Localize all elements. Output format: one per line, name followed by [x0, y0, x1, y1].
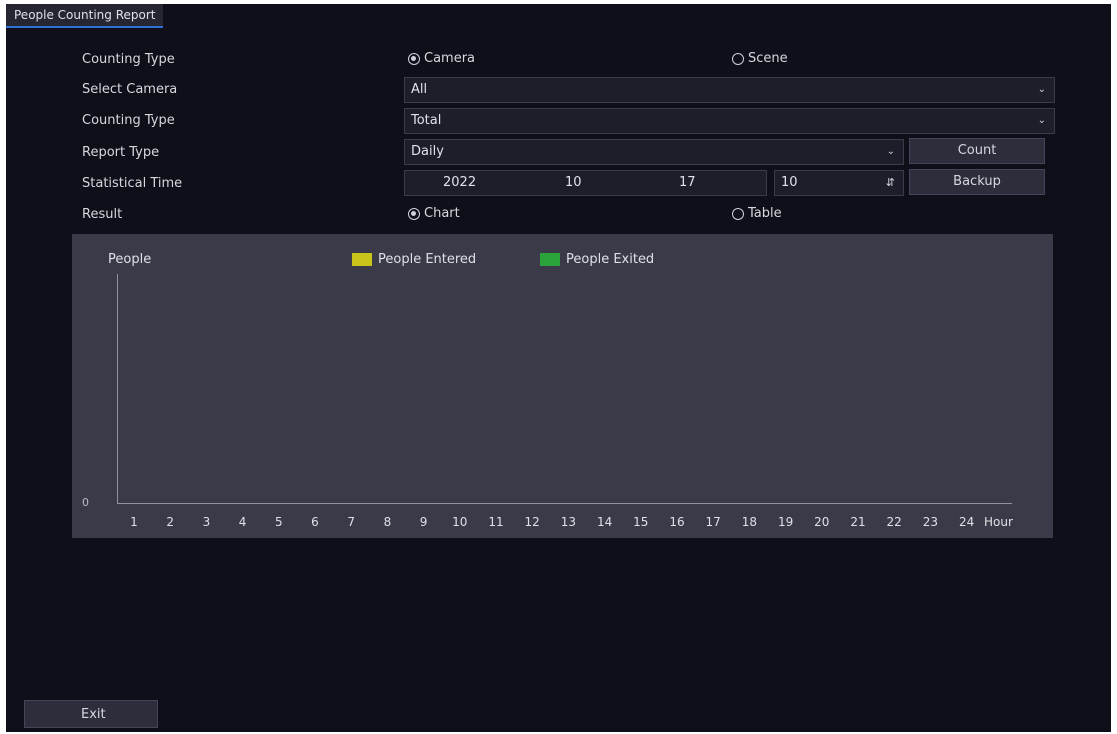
chevron-down-icon: ⌄ — [1037, 84, 1046, 95]
x-tick-label: 20 — [814, 515, 830, 529]
legend-people-exited: People Exited — [540, 252, 654, 267]
chevron-down-icon: ⌄ — [1037, 115, 1046, 126]
x-tick-label: 21 — [850, 515, 866, 529]
legend-people-entered: People Entered — [352, 252, 476, 267]
radio-scene-label: Scene — [748, 51, 788, 66]
counting-type-value: Total — [411, 113, 442, 128]
people-count-chart: People People Entered People Exited 0 12… — [72, 234, 1053, 538]
report-type-label: Report Type — [82, 145, 160, 160]
counting-type-label: Counting Type — [82, 52, 175, 67]
select-camera-dropdown[interactable]: All ⌄ — [404, 77, 1055, 103]
date-month: 10 — [565, 175, 582, 190]
x-tick-label: 3 — [202, 515, 211, 529]
backup-button[interactable]: Backup — [909, 169, 1045, 195]
x-tick-label: 9 — [419, 515, 428, 529]
report-type-dropdown[interactable]: Daily ⌄ — [404, 139, 904, 165]
x-tick-label: 14 — [596, 515, 613, 529]
radio-checked-icon — [408, 207, 420, 220]
x-tick-label: 23 — [922, 515, 939, 529]
hour-spinner[interactable]: 10 ⇵ — [774, 170, 904, 196]
radio-unchecked-icon — [732, 207, 744, 220]
up-down-spinner-icon[interactable]: ⇵ — [886, 171, 895, 195]
x-axis — [117, 503, 1012, 504]
x-tick-label: 16 — [669, 515, 685, 529]
legend-label-exited: People Exited — [566, 252, 655, 267]
x-tick-label: 24 — [958, 515, 975, 529]
x-tick-label: 15 — [633, 515, 649, 529]
x-tick-label: 13 — [560, 515, 577, 529]
x-tick-label: 2 — [166, 515, 175, 529]
y-axis-label: People — [108, 252, 152, 267]
y-axis-zero-label: 0 — [82, 496, 89, 509]
legend-swatch-exited — [540, 253, 560, 266]
x-tick-label: 8 — [383, 515, 392, 529]
radio-table-label: Table — [748, 206, 782, 221]
legend-label-entered: People Entered — [378, 252, 477, 267]
x-tick-label: 1 — [130, 515, 138, 529]
radio-table[interactable]: Table — [732, 206, 782, 221]
radio-chart-label: Chart — [424, 206, 460, 221]
date-year: 2022 — [443, 175, 477, 190]
x-tick-label: 19 — [777, 515, 794, 529]
count-button[interactable]: Count — [909, 138, 1045, 164]
radio-camera[interactable]: Camera — [408, 51, 475, 66]
radio-scene[interactable]: Scene — [732, 51, 788, 66]
tab-people-counting-report[interactable]: People Counting Report — [6, 4, 164, 28]
date-day: 17 — [679, 175, 696, 190]
x-axis-label: Hour — [984, 515, 1013, 529]
legend-swatch-entered — [352, 253, 372, 266]
report-type-value: Daily — [411, 144, 444, 159]
result-label: Result — [82, 207, 123, 222]
x-tick-label: 12 — [524, 515, 540, 529]
x-tick-label: 10 — [452, 515, 468, 529]
select-camera-value: All — [411, 82, 428, 97]
counting-type-dropdown-label: Counting Type — [82, 113, 175, 128]
radio-camera-label: Camera — [424, 51, 476, 66]
radio-chart[interactable]: Chart — [408, 206, 460, 221]
x-tick-label: 5 — [274, 515, 283, 529]
y-axis — [117, 274, 118, 504]
date-input[interactable]: 2022 10 17 — [404, 170, 767, 196]
x-tick-label: 7 — [347, 515, 356, 529]
hour-value: 10 — [781, 175, 798, 190]
people-counting-window: People Counting Report Counting Type Cam… — [6, 4, 1111, 732]
radio-checked-icon — [408, 52, 420, 65]
radio-unchecked-icon — [732, 52, 744, 65]
x-tick-label: 17 — [705, 515, 721, 529]
exit-button[interactable]: Exit — [24, 700, 158, 728]
counting-type-dropdown[interactable]: Total ⌄ — [404, 108, 1055, 134]
x-tick-label: 22 — [886, 515, 902, 529]
x-tick-label: 18 — [741, 515, 758, 529]
statistical-time-label: Statistical Time — [82, 176, 183, 191]
x-tick-label: 6 — [311, 515, 319, 529]
x-tick-label: 4 — [238, 515, 247, 529]
select-camera-label: Select Camera — [82, 82, 178, 97]
chevron-down-icon: ⌄ — [886, 146, 895, 157]
x-tick-label: 11 — [488, 515, 504, 529]
